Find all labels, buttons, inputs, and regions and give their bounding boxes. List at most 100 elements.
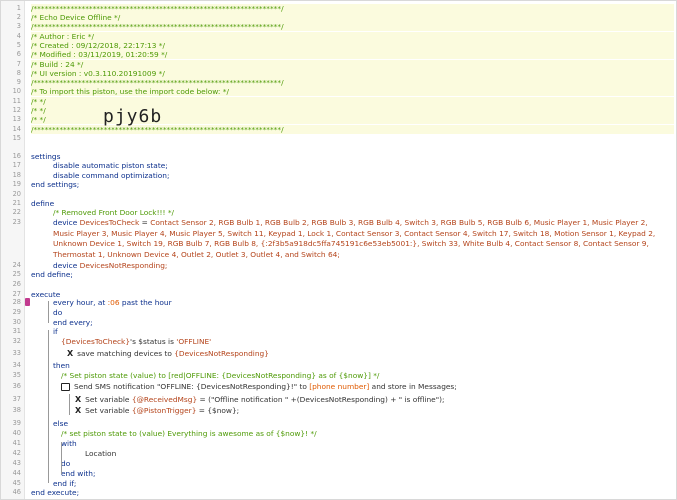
every-time: :06: [107, 298, 120, 307]
line-number: 17: [12, 161, 21, 169]
header-build: /* Build : 24 */: [31, 60, 674, 70]
header-modified: /* Modified : 03/11/2019, 01:20:59 */: [31, 50, 674, 60]
line-number: 18: [12, 171, 21, 179]
line-number: 35: [12, 371, 21, 379]
if-block-bracket: [48, 330, 49, 483]
header-stars-top: /***************************************…: [31, 4, 674, 14]
task-x-icon: X: [75, 395, 82, 404]
device-variable-name: DevicesNotResponding;: [79, 261, 168, 270]
line-number: 31: [12, 327, 21, 335]
trigger-marker-icon: [25, 298, 30, 306]
device-variable-name: DevicesToCheck: [79, 218, 140, 227]
line-number: 22: [12, 208, 21, 216]
settings-line[interactable]: disable automatic piston state;: [53, 161, 674, 170]
header-created: /* Created : 09/12/2018, 22:17:13 */: [31, 41, 674, 51]
task-x-icon: X: [67, 349, 74, 358]
set-variable-statement[interactable]: X Set variable {@PistonTrigger} = {$now};: [75, 406, 674, 415]
sms-text: Send SMS notification "OFFLINE: {Devices…: [74, 382, 310, 391]
line-number: 24: [12, 261, 21, 269]
device-declaration-2[interactable]: device DevicesNotResponding;: [53, 261, 674, 270]
save-variable: {DevicesNotResponding}: [174, 349, 269, 358]
sms-phone: [phone number]: [309, 382, 370, 391]
line-number: 30: [12, 318, 21, 326]
line-number: 3: [16, 22, 21, 30]
else-keyword: else: [53, 419, 68, 428]
line-number: 6: [16, 50, 21, 58]
then-comment[interactable]: /* Set piston state (value) to [red|OFFL…: [61, 371, 674, 380]
if-condition[interactable]: {DevicesToCheck}'s $status is 'OFFLINE': [61, 337, 674, 346]
every-keyword: every: [53, 298, 74, 307]
device-keyword: device: [53, 218, 78, 227]
piston-code-viewer: 1 2 3 4 5 6 7 8 9 10 11 12 13 14 15 16 17 18 19 20 21 22 23 24 2…: [0, 0, 677, 500]
define-close: end define;: [31, 270, 73, 279]
every-unit: hour: [73, 298, 94, 307]
header-stars: /***************************************…: [31, 22, 674, 32]
device-declaration[interactable]: device DevicesToCheck = Contact Sensor 2…: [53, 218, 670, 261]
every-statement[interactable]: every hour, at :06 past the hour: [53, 298, 674, 307]
line-number: 13: [12, 115, 21, 123]
line-number: 11: [12, 97, 21, 105]
condition-device: {DevicesToCheck}: [61, 337, 131, 346]
define-open[interactable]: define: [31, 199, 674, 208]
import-code[interactable]: pjy6b: [103, 106, 162, 127]
header-ui-version: /* UI version : v0.3.110.20191009 */: [31, 69, 674, 79]
equals-sign: =: [139, 218, 151, 227]
condition-value: 'OFFLINE': [176, 337, 212, 346]
device-keyword: device: [53, 261, 78, 270]
line-number: 36: [12, 382, 21, 390]
save-matching-statement[interactable]: Xsave matching devices to {DevicesNotRes…: [67, 349, 674, 358]
line-number: 7: [16, 60, 21, 68]
line-number-gutter: 1 2 3 4 5 6 7 8 9 10 11 12 13 14 15 16 17 18 19 20 21 22 23 24 2…: [1, 1, 25, 499]
line-number: 15: [12, 134, 21, 142]
with-keyword[interactable]: with: [61, 439, 674, 448]
line-number: 16: [12, 152, 21, 160]
if-keyword[interactable]: if: [53, 327, 674, 336]
line-number: 38: [12, 406, 21, 414]
set-variable-value: = {$now};: [196, 406, 240, 415]
set-variable-keyword: Set variable: [85, 395, 132, 404]
else-comment[interactable]: /* set piston state to (value) Everythin…: [61, 429, 674, 438]
line-number: 23: [12, 218, 21, 226]
line-number: 40: [12, 429, 21, 437]
line-number: 4: [16, 32, 21, 40]
line-number: 44: [12, 469, 21, 477]
line-number: 32: [12, 337, 21, 345]
line-number: 43: [12, 459, 21, 467]
define-comment[interactable]: /* Removed Front Door Lock!!! */: [53, 208, 674, 217]
with-location[interactable]: Location: [85, 449, 674, 458]
action-block-bracket: [69, 394, 70, 415]
set-variable-statement[interactable]: X Set variable {@ReceivedMsg} = ("Offline…: [75, 395, 674, 404]
header-blank: /* */: [31, 97, 674, 107]
line-number: 14: [12, 125, 21, 133]
condition-attribute: 's $status is: [130, 337, 177, 346]
line-number: 5: [16, 41, 21, 49]
line-number: 2: [16, 13, 21, 21]
settings-close: end settings;: [31, 180, 80, 189]
line-number: 41: [12, 439, 21, 447]
settings-line[interactable]: disable command optimization;: [53, 171, 674, 180]
line-number: 20: [12, 190, 21, 198]
line-number: 25: [12, 270, 21, 278]
line-number: 45: [12, 479, 21, 487]
line-number: 26: [12, 280, 21, 288]
save-text: save matching devices to: [77, 349, 175, 358]
every-block-bracket: [48, 301, 49, 323]
line-number: 37: [12, 395, 21, 403]
sms-message-icon: [61, 383, 70, 391]
every-at: , at: [93, 298, 108, 307]
line-number: 29: [12, 308, 21, 316]
set-variable-name: {@ReceivedMsg}: [131, 395, 198, 404]
then-keyword: then: [53, 361, 70, 370]
header-stars: /***************************************…: [31, 78, 674, 88]
header-title: /* Echo Device Offline */: [31, 13, 674, 23]
every-rest: past the hour: [119, 298, 172, 307]
task-x-icon: X: [75, 406, 82, 415]
line-number: 19: [12, 180, 21, 188]
sms-statement[interactable]: Send SMS notification "OFFLINE: {Devices…: [61, 382, 674, 391]
with-do: do: [61, 459, 71, 468]
settings-open[interactable]: settings: [31, 152, 674, 161]
end-every: end every;: [53, 318, 93, 327]
line-number: 34: [12, 361, 21, 369]
line-number: 39: [12, 419, 21, 427]
set-variable-value: = ("Offline notification " +(DevicesNotR…: [197, 395, 445, 404]
